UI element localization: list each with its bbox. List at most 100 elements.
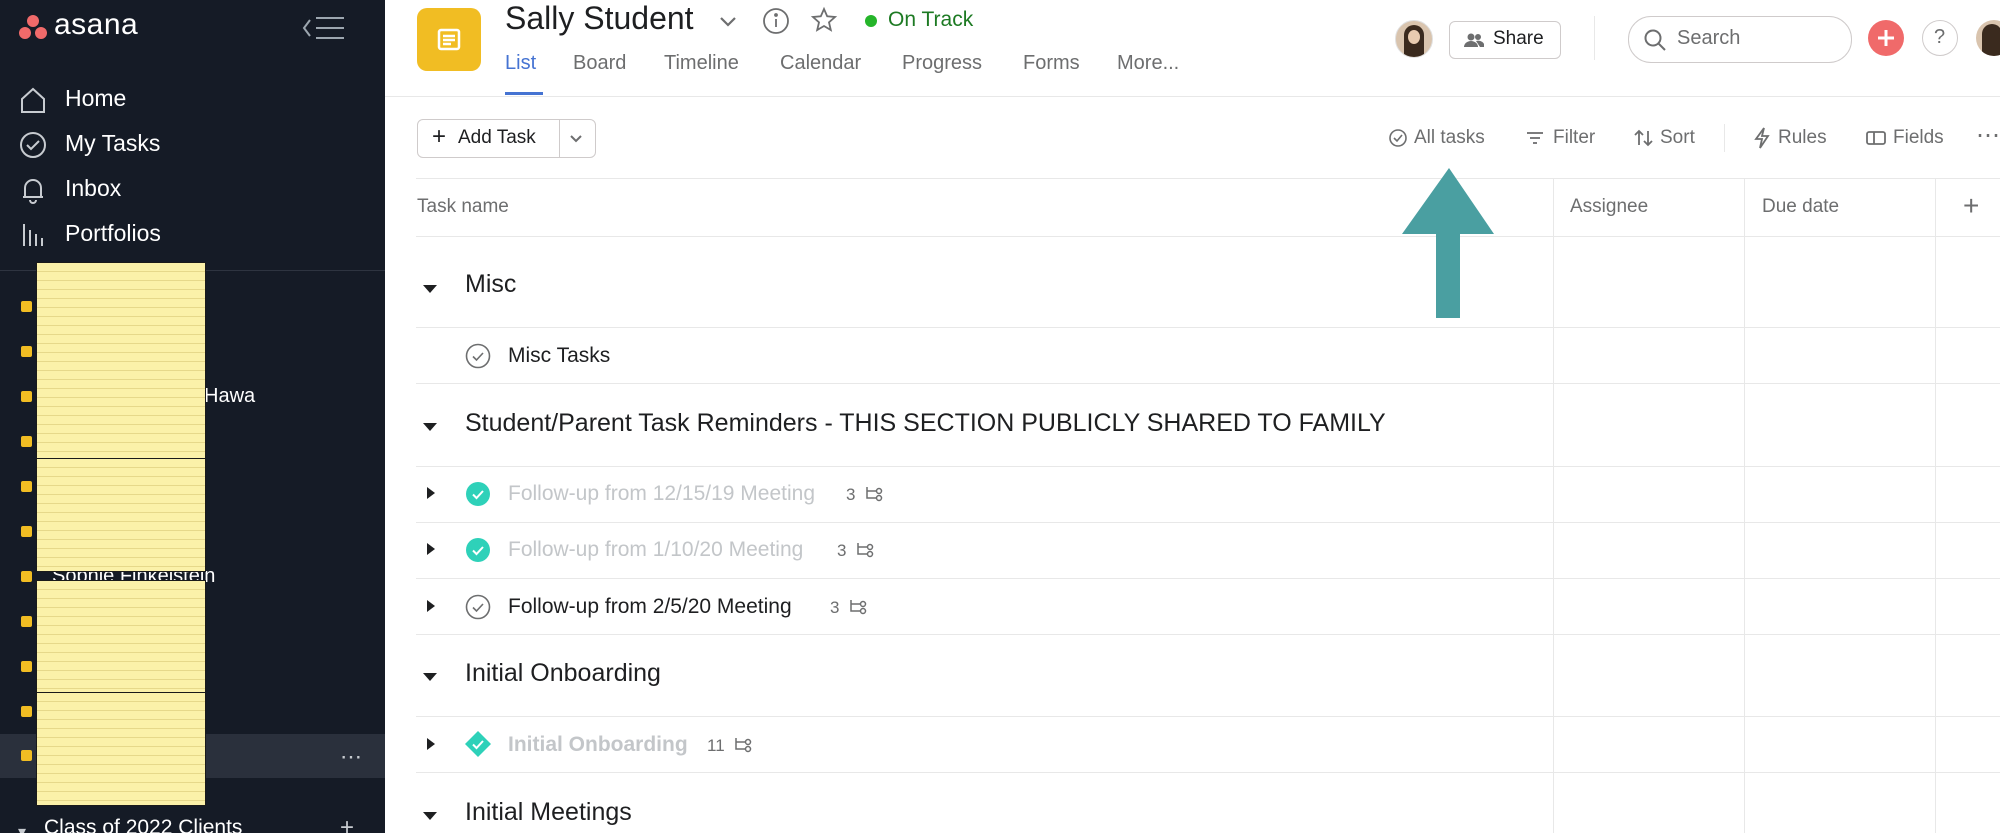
team-label[interactable]: Class of 2022 Clients (44, 816, 242, 833)
tab-calendar[interactable]: Calendar (780, 52, 861, 75)
project-color-dot[interactable] (21, 661, 32, 672)
row-border (416, 634, 2000, 635)
section-title[interactable]: Misc (465, 270, 516, 299)
column-header-assignee[interactable]: Assignee (1570, 196, 1648, 218)
rules-button[interactable]: Rules (1778, 127, 1827, 149)
collapse-sidebar-icon[interactable] (302, 14, 346, 42)
bell-icon (23, 179, 43, 204)
section-title[interactable]: Student/Parent Task Reminders - THIS SEC… (465, 409, 1386, 438)
nav-inbox[interactable]: Inbox (0, 168, 385, 212)
project-color-dot[interactable] (21, 436, 32, 447)
sort-button[interactable]: Sort (1660, 127, 1695, 149)
fields-button[interactable]: Fields (1893, 127, 1944, 149)
more-options-icon[interactable]: ⋯ (340, 744, 363, 770)
task-name[interactable]: Follow-up from 1/10/20 Meeting (508, 538, 803, 562)
chevron-down-icon[interactable] (717, 10, 739, 37)
tab-list[interactable]: List (505, 52, 536, 75)
expand-subtasks-icon[interactable] (425, 736, 437, 757)
project-name-fragment[interactable]: Hawa (204, 385, 255, 408)
question-icon: ? (1934, 26, 1946, 48)
column-separator (1935, 179, 1936, 833)
filter-button[interactable]: Filter (1553, 127, 1595, 149)
info-icon[interactable] (762, 7, 790, 40)
task-name[interactable]: Follow-up from 12/15/19 Meeting (508, 482, 815, 506)
caret-down-icon[interactable]: ▾ (18, 822, 26, 833)
quick-add-button[interactable] (1868, 20, 1904, 56)
tab-more[interactable]: More... (1117, 52, 1179, 75)
section-title[interactable]: Initial Onboarding (465, 659, 661, 688)
help-button[interactable]: ? (1922, 20, 1958, 56)
search-input[interactable]: Search (1628, 16, 1852, 63)
filter-icon (1526, 129, 1544, 152)
project-color-dot[interactable] (21, 391, 32, 402)
nav-my-tasks[interactable]: My Tasks (0, 123, 385, 167)
subtask-icon (733, 735, 753, 760)
task-checkbox-icon[interactable] (465, 343, 491, 374)
active-tab-underline (505, 92, 543, 95)
tab-board[interactable]: Board (573, 52, 626, 75)
project-color-dot[interactable] (21, 481, 32, 492)
row-border (416, 522, 2000, 523)
redaction-sticky-note (36, 580, 206, 694)
project-color-dot[interactable] (21, 571, 32, 582)
nav-label: My Tasks (65, 130, 161, 156)
nav-label: Inbox (65, 175, 122, 201)
asana-logo-icon[interactable] (18, 14, 48, 40)
member-avatar[interactable] (1395, 20, 1433, 58)
user-avatar[interactable] (1976, 20, 2000, 56)
subtask-count: 11 (707, 736, 725, 755)
nav-portfolios[interactable]: Portfolios (0, 213, 385, 257)
project-title[interactable]: Sally Student (505, 0, 694, 37)
row-border (416, 716, 2000, 717)
header-row-border (416, 236, 2000, 237)
task-name[interactable]: Initial Onboarding (508, 733, 688, 757)
add-task-dropdown-chevron-icon[interactable] (566, 128, 586, 153)
redaction-sticky-note (36, 262, 206, 460)
status-label[interactable]: On Track (888, 8, 973, 32)
project-color-dot[interactable] (21, 706, 32, 717)
all-tasks-filter[interactable]: All tasks (1414, 127, 1485, 149)
task-completed-checkbox-icon[interactable] (465, 481, 491, 512)
expand-subtasks-icon[interactable] (425, 485, 437, 506)
project-color-dot[interactable] (21, 526, 32, 537)
add-task-label: Add Task (458, 127, 536, 148)
section-collapse-icon[interactable] (421, 420, 439, 438)
expand-subtasks-icon[interactable] (425, 598, 437, 619)
button-divider (559, 120, 560, 157)
tab-forms[interactable]: Forms (1023, 52, 1080, 75)
expand-subtasks-icon[interactable] (425, 541, 437, 562)
share-button[interactable]: Share (1449, 21, 1561, 59)
row-border (416, 327, 2000, 328)
add-task-button[interactable]: + Add Task (418, 120, 559, 157)
subtask-icon (848, 597, 868, 622)
project-icon[interactable] (417, 8, 481, 71)
project-color-dot[interactable] (21, 301, 32, 312)
people-icon (1464, 33, 1484, 47)
tab-progress[interactable]: Progress (902, 52, 982, 75)
section-title[interactable]: Initial Meetings (465, 798, 632, 827)
tab-timeline[interactable]: Timeline (664, 52, 739, 75)
bar-chart-icon (23, 224, 43, 246)
plus-icon: + (432, 123, 447, 150)
row-border (416, 772, 2000, 773)
column-header-task-name[interactable]: Task name (417, 196, 509, 218)
task-name[interactable]: Misc Tasks (508, 344, 610, 368)
project-color-dot[interactable] (21, 346, 32, 357)
nav-home[interactable]: Home (0, 78, 385, 122)
sidebar: asana Home My Tasks Inbox Portfolios ⋯ H… (0, 0, 385, 833)
task-completed-checkbox-icon[interactable] (465, 537, 491, 568)
section-collapse-icon[interactable] (421, 670, 439, 688)
project-color-dot[interactable] (21, 750, 32, 761)
section-collapse-icon[interactable] (421, 282, 439, 300)
task-name[interactable]: Follow-up from 2/5/20 Meeting (508, 595, 792, 619)
star-icon[interactable] (810, 6, 838, 39)
section-collapse-icon[interactable] (421, 809, 439, 827)
fields-icon (1866, 130, 1886, 151)
add-column-icon[interactable]: + (1963, 190, 1979, 222)
milestone-completed-icon[interactable] (464, 730, 492, 763)
project-color-dot[interactable] (21, 616, 32, 627)
task-checkbox-icon[interactable] (465, 594, 491, 625)
more-actions-icon[interactable]: ⋯ (1976, 121, 2000, 150)
column-header-due-date[interactable]: Due date (1762, 196, 1839, 218)
add-project-icon[interactable]: + (340, 814, 354, 833)
